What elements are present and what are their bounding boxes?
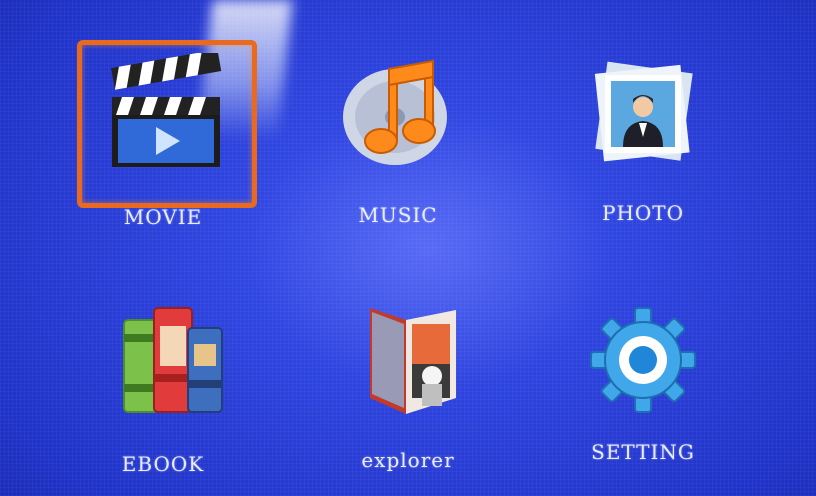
menu-item-label: MOVIE <box>123 205 203 229</box>
menu-item-label: SETTING <box>591 440 695 464</box>
menu-item-ebook[interactable]: EBOOK <box>73 290 253 490</box>
menu-item-label: MUSIC <box>358 203 438 227</box>
movie-clapperboard-icon <box>111 53 222 167</box>
menu-screen: MOVIE MUSIC PHOTO EBOOK explorer SETTING <box>0 0 816 496</box>
gear-icon <box>590 307 696 413</box>
menu-item-label: PHOTO <box>601 201 685 225</box>
menu-item-setting[interactable]: SETTING <box>553 290 733 490</box>
music-note-disc-icon <box>343 59 447 165</box>
menu-item-label: EBOOK <box>121 452 205 476</box>
menu-item-photo[interactable]: PHOTO <box>553 45 733 245</box>
menu-item-label: explorer <box>361 448 455 472</box>
photo-portrait-icon <box>594 61 693 162</box>
menu-item-explorer[interactable]: explorer <box>318 290 498 490</box>
menu-item-music[interactable]: MUSIC <box>308 45 488 245</box>
books-icon <box>123 307 223 413</box>
file-explorer-icon <box>370 308 456 414</box>
menu-item-movie[interactable]: MOVIE <box>73 45 253 245</box>
